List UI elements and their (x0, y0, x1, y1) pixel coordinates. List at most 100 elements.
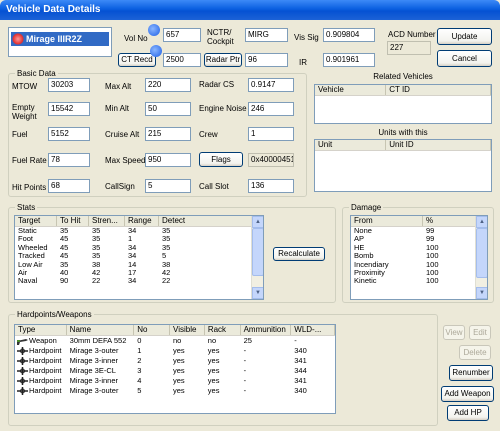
mtow-field[interactable]: 30203 (48, 78, 90, 92)
col-type[interactable]: Type (15, 325, 67, 335)
edit-button[interactable]: Edit (469, 325, 491, 340)
units-list[interactable]: Unit Unit ID (314, 139, 492, 192)
max-speed-field[interactable]: 950 (145, 153, 191, 167)
call-slot-field[interactable]: 136 (248, 179, 294, 193)
table-row[interactable]: Incendiary 100 (351, 261, 487, 269)
radar-cs-field[interactable]: 0.9147 (248, 78, 294, 92)
ct-recd-button[interactable]: CT Recd (118, 53, 156, 67)
table-row[interactable]: Bomb 100 (351, 252, 487, 260)
table-row[interactable]: Proximity 100 (351, 269, 487, 277)
fuel-field[interactable]: 5152 (48, 127, 90, 141)
add-weapon-button[interactable]: Add Weapon (441, 386, 494, 402)
engine-noise-field[interactable]: 246 (248, 102, 294, 116)
col-name[interactable]: Name (67, 325, 135, 335)
nctr-field[interactable]: MIRG (245, 28, 288, 42)
table-row[interactable]: Hardpoint Mirage 3-outer 1 yes yes - 340 (15, 346, 335, 356)
vis-sig-field[interactable]: 0.909804 (323, 28, 375, 42)
cruise-alt-label: Cruise Alt (105, 130, 140, 139)
table-row[interactable] (351, 286, 487, 294)
table-row[interactable]: None 99 (351, 227, 487, 235)
col-ct-id[interactable]: CT ID (386, 85, 491, 95)
table-cell: Mirage 3-inner (69, 376, 119, 385)
table-row[interactable]: HE 100 (351, 244, 487, 252)
table-cell: no (207, 336, 217, 345)
scroll-down-icon[interactable]: ▼ (252, 287, 263, 299)
table-row[interactable]: Tracked 45 35 34 5 (15, 252, 263, 260)
flags-field: 0x40000451 (248, 153, 294, 167)
crew-field[interactable]: 1 (248, 127, 294, 141)
hit-points-field[interactable]: 68 (48, 179, 90, 193)
acd-number-label: ACD Number (388, 30, 436, 39)
col-unit-id[interactable]: Unit ID (386, 140, 491, 150)
table-row[interactable]: Hardpoint Mirage 3-inner 2 yes yes - 341 (15, 356, 335, 366)
table-row[interactable]: Hardpoint Mirage 3-inner 4 yes yes - 341 (15, 376, 335, 386)
table-cell: 35 (162, 227, 171, 235)
damage-list[interactable]: From % None 99 AP 99 HE 100 Bomb 100 Incendiary 1… (350, 215, 488, 300)
max-alt-field[interactable]: 220 (145, 78, 191, 92)
empty-weight-field[interactable]: 15542 (48, 102, 90, 116)
table-row[interactable]: Weapon 30mm DEFA 552 0 no no 25 - (15, 336, 335, 346)
table-cell: Proximity (354, 268, 385, 277)
table-row[interactable]: Wheeled 45 35 34 35 (15, 244, 263, 252)
col-range[interactable]: Range (125, 216, 159, 226)
scroll-thumb[interactable] (252, 228, 263, 276)
type-label: Hardpoint (29, 366, 62, 375)
flags-button[interactable]: Flags (199, 152, 243, 167)
col-detect[interactable]: Detect (159, 216, 253, 226)
table-cell: Mirage 3-outer (69, 386, 119, 395)
radar-ptr-button[interactable]: Radar Ptr (204, 53, 242, 67)
stats-list[interactable]: Target To Hit Stren... Range Detect Stat… (14, 215, 264, 300)
stats-rows: Static 35 35 34 35 Foot 45 35 1 35 Wheeled 45 35 34 35… (15, 227, 263, 294)
table-row[interactable]: Kinetic 100 (351, 277, 487, 285)
delete-button[interactable]: Delete (459, 345, 491, 360)
renumber-button[interactable]: Renumber (449, 365, 493, 381)
table-row[interactable]: Naval 90 22 34 22 (15, 277, 263, 285)
cruise-alt-field[interactable]: 215 (145, 127, 191, 141)
damage-scrollbar[interactable]: ▲ ▼ (475, 216, 487, 299)
col-ammunition[interactable]: Ammunition (241, 325, 292, 335)
hardpoint-icon (17, 347, 28, 356)
min-alt-field[interactable]: 50 (145, 102, 191, 116)
hardpoints-list[interactable]: Type Name No Visible Rack Ammunition WLD… (14, 324, 336, 414)
ct-recd-field[interactable]: 2500 (163, 53, 201, 67)
add-hp-button[interactable]: Add HP (447, 405, 489, 421)
col-strength[interactable]: Stren... (89, 216, 125, 226)
update-button[interactable]: Update (437, 28, 492, 45)
radar-ptr-field[interactable]: 96 (245, 53, 288, 67)
col-visible[interactable]: Visible (170, 325, 205, 335)
col-rack[interactable]: Rack (205, 325, 241, 335)
damage-scroll-thumb[interactable] (476, 228, 487, 278)
col-to-hit[interactable]: To Hit (57, 216, 89, 226)
table-row[interactable]: Static 35 35 34 35 (15, 227, 263, 235)
col-percent[interactable]: % (423, 216, 477, 226)
col-wld[interactable]: WLD-... (291, 325, 335, 335)
scroll-up-icon[interactable]: ▲ (252, 216, 263, 228)
fuel-rate-field[interactable]: 78 (48, 153, 90, 167)
table-row[interactable]: AP 99 (351, 235, 487, 243)
col-from[interactable]: From (351, 216, 423, 226)
damage-scroll-up-icon[interactable]: ▲ (476, 216, 487, 228)
cancel-button[interactable]: Cancel (437, 50, 492, 67)
table-row[interactable] (15, 286, 263, 294)
col-no[interactable]: No (134, 325, 171, 335)
table-cell: 90 (60, 277, 69, 286)
call-slot-label: Call Slot (199, 182, 229, 191)
damage-scroll-down-icon[interactable]: ▼ (476, 287, 487, 299)
col-unit[interactable]: Unit (315, 140, 387, 150)
vol-no-field[interactable]: 657 (163, 28, 201, 42)
related-vehicles-list[interactable]: Vehicle CT ID (314, 84, 492, 124)
max-speed-label: Max Speed (105, 156, 146, 165)
table-row[interactable]: Hardpoint Mirage 3E-CL 3 yes yes - 344 (15, 366, 335, 376)
recalculate-button[interactable]: Recalculate (273, 247, 325, 261)
table-cell: 40 (60, 268, 69, 277)
table-row[interactable]: Air 40 42 17 42 (15, 269, 263, 277)
ir-field[interactable]: 0.901961 (323, 53, 375, 67)
table-row[interactable]: Hardpoint Mirage 3-outer 5 yes yes - 340 (15, 386, 335, 396)
table-row[interactable]: Low Air 35 38 14 38 (15, 261, 263, 269)
view-button[interactable]: View (443, 325, 465, 340)
col-target[interactable]: Target (15, 216, 57, 226)
table-row[interactable]: Foot 45 35 1 35 (15, 235, 263, 243)
callsign-field[interactable]: 5 (145, 179, 191, 193)
col-vehicle[interactable]: Vehicle (315, 85, 387, 95)
stats-scrollbar[interactable]: ▲ ▼ (251, 216, 263, 299)
